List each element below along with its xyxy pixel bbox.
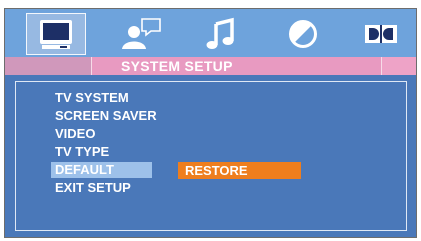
- menu-item-screen-saver[interactable]: SCREEN SAVER: [55, 108, 157, 124]
- tv-icon: [40, 20, 72, 49]
- menu-item-default[interactable]: DEFAULT: [51, 162, 152, 178]
- tab-system-setup[interactable]: [26, 13, 86, 55]
- page-title: SYSTEM SETUP: [121, 58, 233, 74]
- tab-dolby-setup[interactable]: [351, 13, 411, 55]
- circle-slash-icon: [289, 20, 317, 48]
- menu-item-video[interactable]: VIDEO: [55, 126, 95, 142]
- tab-language-setup[interactable]: [111, 13, 171, 55]
- tab-video-setup[interactable]: [273, 13, 333, 55]
- menu-item-exit-setup[interactable]: EXIT SETUP: [55, 180, 131, 196]
- osd-screen: SYSTEM SETUP TV SYSTEM SCREEN SAVER VIDE…: [4, 8, 417, 238]
- setup-icon-bar: [5, 9, 416, 59]
- menu-item-tv-type[interactable]: TV TYPE: [55, 144, 109, 160]
- person-speech-icon: [122, 18, 161, 49]
- menu-item-tv-system[interactable]: TV SYSTEM: [55, 90, 129, 106]
- option-restore[interactable]: RESTORE: [178, 162, 301, 179]
- music-note-icon: [206, 17, 234, 49]
- dolby-icon: [365, 25, 397, 43]
- title-bar-left-shade: [5, 57, 91, 75]
- tab-audio-setup[interactable]: [192, 13, 252, 55]
